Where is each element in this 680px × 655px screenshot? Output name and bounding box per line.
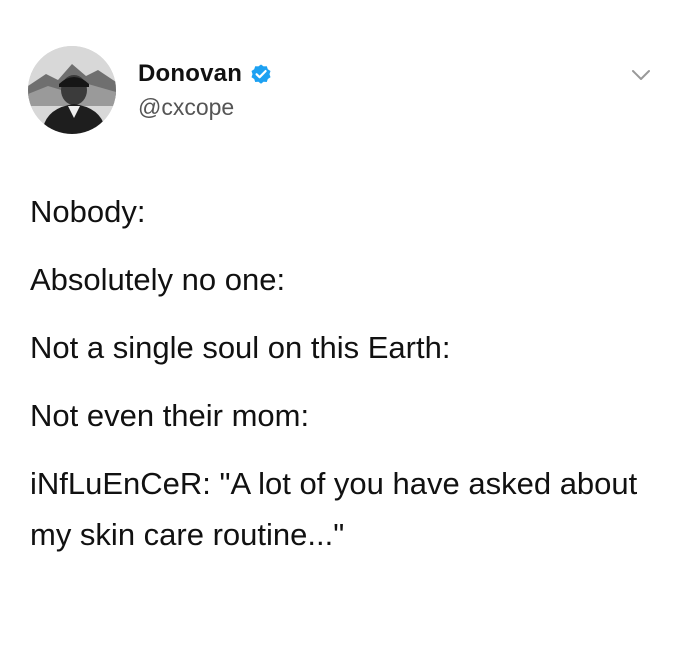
- tweet-line: Absolutely no one:: [30, 262, 286, 297]
- verified-badge-icon: [249, 62, 273, 86]
- tweet-line: Not a single soul on this Earth:: [30, 330, 451, 365]
- tweet-card: Donovan @cxcope Nobody: Absolutely no on…: [0, 0, 680, 655]
- author-display-name[interactable]: Donovan: [138, 60, 242, 88]
- avatar[interactable]: [28, 46, 116, 134]
- chevron-down-icon[interactable]: [630, 64, 652, 86]
- tweet-line: Not even their mom:: [30, 398, 310, 433]
- tweet-text: Nobody: Absolutely no one: Not a single …: [30, 186, 660, 560]
- tweet-line: iNfLuEnCeR: "A lot of you have asked abo…: [30, 466, 638, 552]
- author-name-row: Donovan: [138, 60, 273, 88]
- tweet-line: Nobody:: [30, 194, 146, 229]
- author-handle[interactable]: @cxcope: [138, 94, 234, 121]
- avatar-image: [28, 46, 116, 134]
